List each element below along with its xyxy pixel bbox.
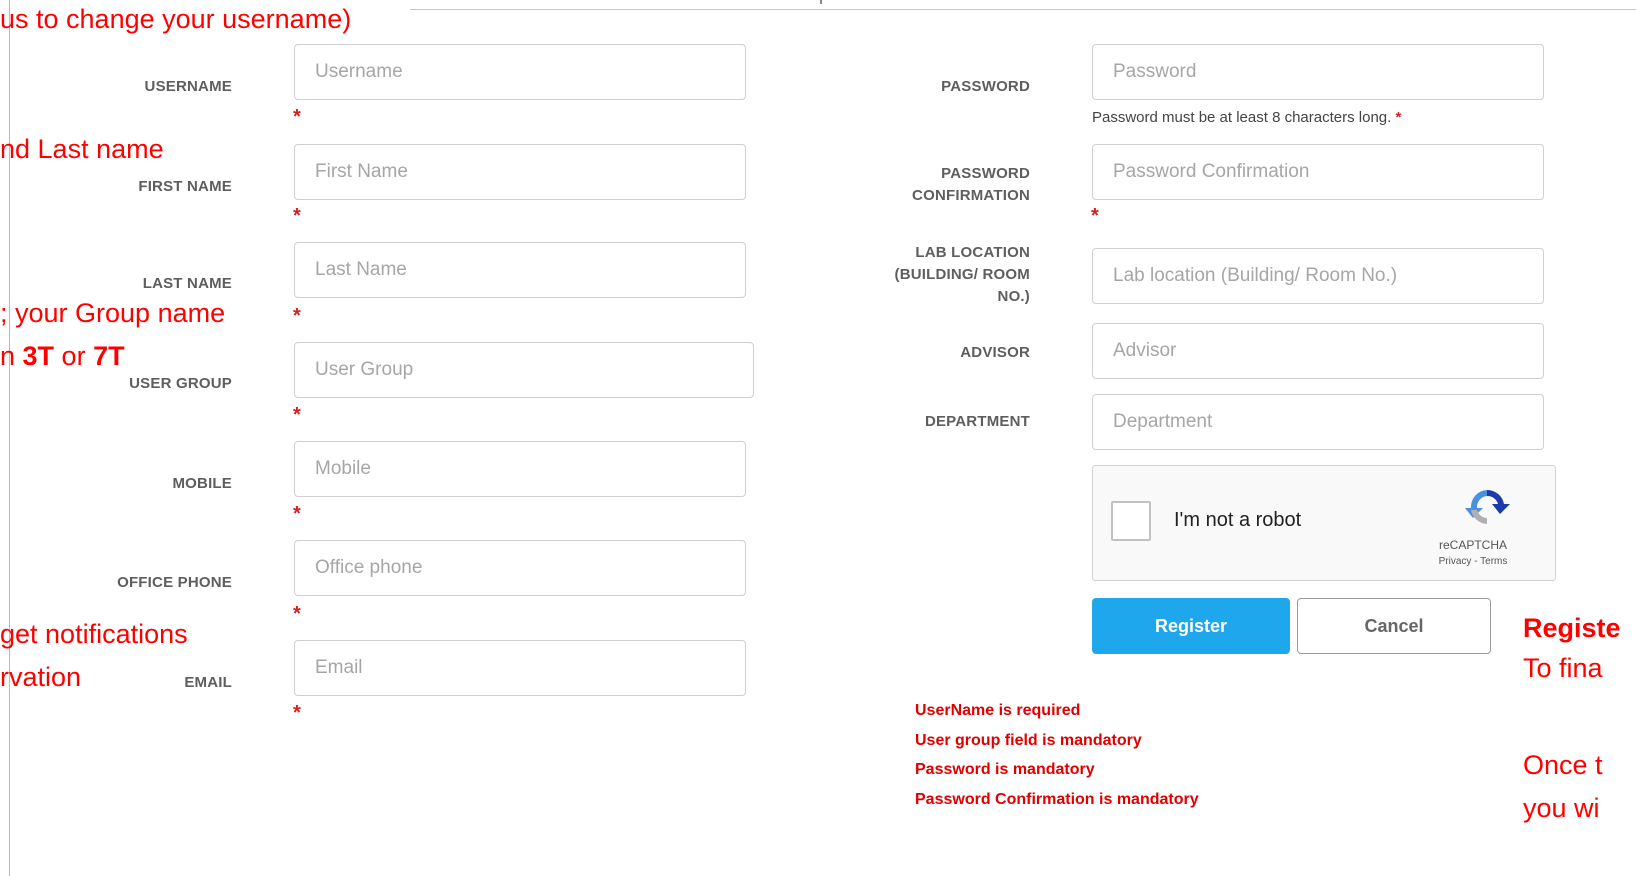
callout-username-note: us to change your username) <box>0 4 352 34</box>
recaptcha-brand: reCAPTCHA <box>1438 538 1507 552</box>
callout-name-note: nd Last name <box>0 134 164 164</box>
first-name-required-mark: * <box>293 205 301 227</box>
error-message: User group field is mandatory <box>915 731 1142 749</box>
callout-register-note-2: To fina <box>1523 653 1603 683</box>
callout-group-or: or <box>54 341 94 371</box>
password-confirmation-label-line-1: PASSWORD <box>941 165 1030 182</box>
password-hint: Password must be at least 8 characters l… <box>1092 109 1401 126</box>
callout-email-note-1: get notifications <box>0 619 188 649</box>
register-button[interactable]: Register <box>1092 598 1290 654</box>
mobile-required-mark: * <box>293 503 301 525</box>
username-input[interactable] <box>294 44 746 100</box>
error-message: Password is mandatory <box>915 761 1095 778</box>
callout-register-note-4: you wi <box>1523 793 1600 823</box>
password-input[interactable] <box>1092 44 1544 100</box>
password-label: PASSWORD <box>941 78 1030 95</box>
advisor-input[interactable] <box>1092 323 1544 379</box>
callout-group-note-1: ; your Group name <box>0 298 226 328</box>
username-required-mark: * <box>293 106 301 128</box>
recaptcha-label: I'm not a robot <box>1174 509 1302 531</box>
user-group-input[interactable] <box>294 342 754 398</box>
office-phone-required-mark: * <box>293 603 301 625</box>
left-divider-line <box>9 0 10 876</box>
password-hint-text: Password must be at least 8 characters l… <box>1092 109 1392 126</box>
error-message: Password Confirmation is mandatory <box>915 790 1199 808</box>
validation-errors: UserName is required User group field is… <box>915 696 1199 814</box>
office-phone-label: OFFICE PHONE <box>117 574 232 591</box>
office-phone-input[interactable] <box>294 540 746 596</box>
error-message: UserName is required <box>915 702 1081 719</box>
lab-location-input[interactable] <box>1092 248 1544 304</box>
password-required-mark: * <box>1395 109 1402 126</box>
callout-group-prefix: n <box>0 341 23 371</box>
recaptcha-widget: I'm not a robot reCAPTCHA Privacy - Term… <box>1092 465 1556 581</box>
password-confirmation-input[interactable] <box>1092 144 1544 200</box>
recaptcha-terms-link[interactable]: Privacy - Terms <box>1393 556 1553 567</box>
callout-group-7t: 7T <box>93 341 125 371</box>
first-name-input[interactable] <box>294 144 746 200</box>
user-group-required-mark: * <box>293 404 301 426</box>
cancel-button[interactable]: Cancel <box>1297 598 1491 654</box>
user-group-label: USER GROUP <box>129 375 232 392</box>
username-label: USERNAME <box>144 78 232 95</box>
top-divider-line <box>410 9 1636 10</box>
advisor-label: ADVISOR <box>960 344 1030 361</box>
lab-location-label-line-2: (BUILDING/ ROOM <box>894 266 1030 283</box>
mobile-input[interactable] <box>294 441 746 497</box>
top-tick-mark <box>820 0 822 4</box>
last-name-input[interactable] <box>294 242 746 298</box>
recaptcha-checkbox[interactable] <box>1111 501 1151 541</box>
callout-register-title: Registe <box>1523 613 1621 643</box>
first-name-label: FIRST NAME <box>138 178 232 195</box>
password-confirmation-required-mark: * <box>1091 205 1099 227</box>
email-input[interactable] <box>294 640 746 696</box>
password-confirmation-label-line-2: CONFIRMATION <box>912 187 1030 204</box>
department-label: DEPARTMENT <box>924 413 1030 430</box>
callout-register-note-1: Registe <box>1523 615 1621 642</box>
callout-email-note-2: rvation <box>0 662 82 692</box>
recaptcha-logo-icon <box>1465 489 1510 524</box>
email-label: EMAIL <box>184 674 232 691</box>
callout-register-note-3: Once t <box>1523 750 1603 780</box>
lab-location-label: LAB LOCATION (BUILDING/ ROOM NO.) <box>860 242 1030 308</box>
mobile-label: MOBILE <box>172 475 232 492</box>
last-name-required-mark: * <box>293 305 301 327</box>
department-input[interactable] <box>1092 394 1544 450</box>
last-name-label: LAST NAME <box>142 275 232 292</box>
callout-group-3t: 3T <box>22 341 55 371</box>
callout-group-note-2: n 3T or 7T <box>0 343 125 370</box>
lab-location-label-line-1: LAB LOCATION <box>915 244 1030 261</box>
password-confirmation-label: PASSWORD CONFIRMATION <box>880 163 1030 207</box>
email-required-mark: * <box>293 702 301 724</box>
lab-location-label-line-3: NO.) <box>997 288 1030 305</box>
